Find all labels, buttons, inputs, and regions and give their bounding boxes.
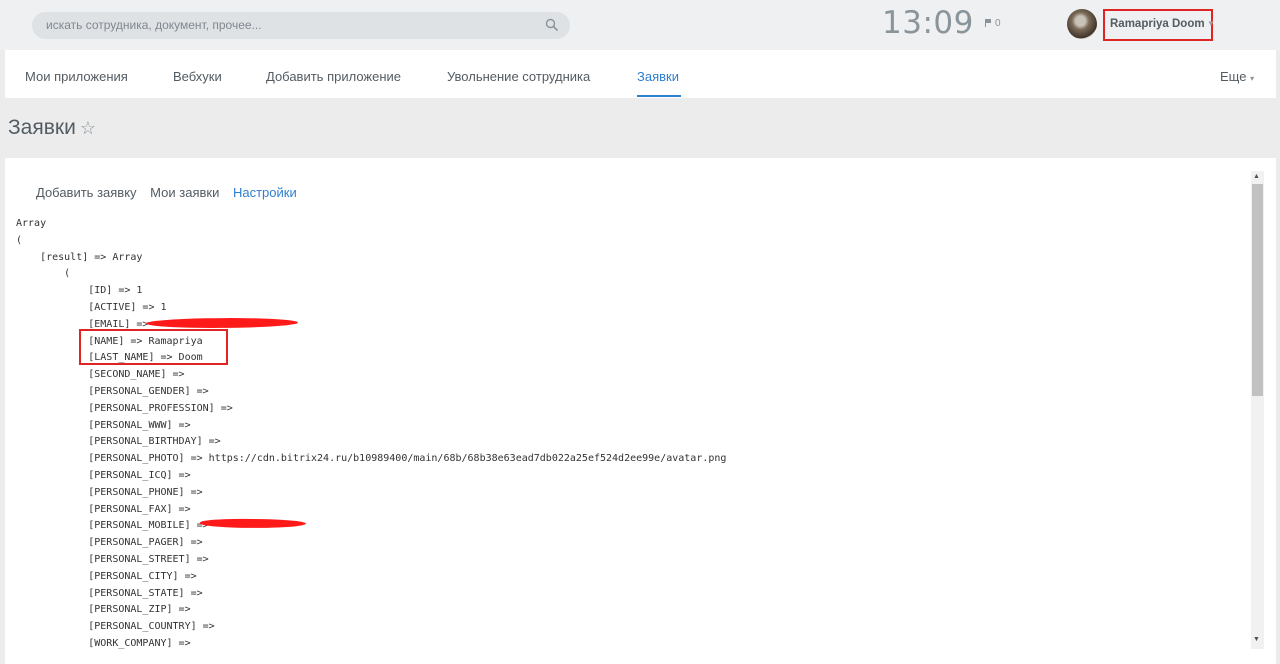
dump-line: [PERSONAL_ICQ] => — [16, 469, 191, 481]
dump-line: ( — [16, 234, 23, 246]
scroll-down-icon[interactable]: ▼ — [1253, 636, 1260, 643]
dump-line: Array — [16, 218, 47, 229]
submenu-settings[interactable]: Настройки — [233, 185, 297, 200]
dump-line: [PERSONAL_WWW] => — [16, 419, 191, 431]
nav-item-requests[interactable]: Заявки — [637, 69, 679, 84]
dump-line: [ID] => 1 — [16, 285, 143, 297]
search-placeholder: искать сотрудника, документ, прочее... — [46, 18, 262, 32]
star-icon[interactable]: ☆ — [80, 118, 96, 138]
avatar[interactable] — [1067, 9, 1097, 39]
dump-line: [PERSONAL_PHONE] => — [16, 486, 203, 498]
name-highlight-box — [79, 329, 228, 365]
search-input[interactable]: искать сотрудника, документ, прочее... — [32, 12, 570, 39]
dump-line: [PERSONAL_STREET] => — [16, 553, 209, 565]
dump-line: [result] => Array — [16, 251, 143, 263]
nav-bar: Мои приложения Вебхуки Добавить приложен… — [5, 50, 1276, 98]
notifications-flag[interactable]: 0 — [985, 18, 1001, 29]
user-menu[interactable]: Ramapriya Doom — [1110, 18, 1205, 30]
submenu-my-requests[interactable]: Мои заявки — [150, 185, 219, 200]
dump-line: [PERSONAL_BIRTHDAY] => — [16, 436, 221, 448]
chevron-down-icon[interactable]: ▼ — [1207, 19, 1215, 28]
submenu: Добавить заявку Мои заявки Настройки — [36, 185, 307, 200]
dump-line: [PERSONAL_PAGER] => — [16, 537, 203, 549]
array-dump: Array ( [result] => Array ( [ID] => 1 [AC… — [16, 216, 726, 653]
flag-count: 0 — [995, 18, 1001, 29]
chevron-down-icon: ▾ — [1250, 74, 1255, 83]
dump-line: ( — [16, 268, 71, 280]
dump-line: [PERSONAL_FAX] => — [16, 503, 191, 515]
dump-line: [PERSONAL_MOBILE] => — [16, 520, 209, 532]
dump-line: [PERSONAL_COUNTRY] => — [16, 621, 215, 633]
dump-line: [PERSONAL_ZIP] => — [16, 604, 191, 616]
page-title-text: Заявки — [8, 116, 76, 139]
dump-line: [ACTIVE] => 1 — [16, 301, 167, 313]
nav-item-add-app[interactable]: Добавить приложение — [266, 69, 401, 84]
scrollbar-thumb[interactable] — [1252, 184, 1263, 396]
nav-more-label: Еще — [1220, 69, 1247, 84]
nav-more[interactable]: Еще ▾ — [1220, 69, 1254, 84]
nav-item-webhooks[interactable]: Вебхуки — [173, 69, 222, 84]
dump-line: [PERSONAL_GENDER] => — [16, 385, 209, 397]
submenu-add-request[interactable]: Добавить заявку — [36, 185, 137, 200]
active-tab-underline — [637, 95, 681, 97]
search-icon[interactable] — [545, 18, 559, 32]
content-panel: Добавить заявку Мои заявки Настройки Arr… — [5, 158, 1276, 664]
dump-line: [SECOND_NAME] => — [16, 369, 185, 381]
nav-item-dismissal[interactable]: Увольнение сотрудника — [447, 69, 590, 84]
dump-line: [PERSONAL_STATE] => — [16, 587, 203, 599]
dump-line: [PERSONAL_CITY] => — [16, 570, 197, 582]
flag-icon — [985, 19, 991, 27]
top-bar: искать сотрудника, документ, прочее... 1… — [0, 0, 1280, 50]
dump-line: [PERSONAL_PROFESSION] => — [16, 402, 233, 414]
clock: 13:09 — [882, 5, 974, 41]
dump-line: [WORK_COMPANY] => — [16, 637, 191, 649]
scroll-up-icon[interactable]: ▲ — [1253, 173, 1260, 180]
page-title: Заявки ☆ — [8, 116, 96, 140]
nav-item-my-apps[interactable]: Мои приложения — [25, 69, 128, 84]
dump-line: [PERSONAL_PHOTO] => https://cdn.bitrix24… — [16, 453, 727, 465]
